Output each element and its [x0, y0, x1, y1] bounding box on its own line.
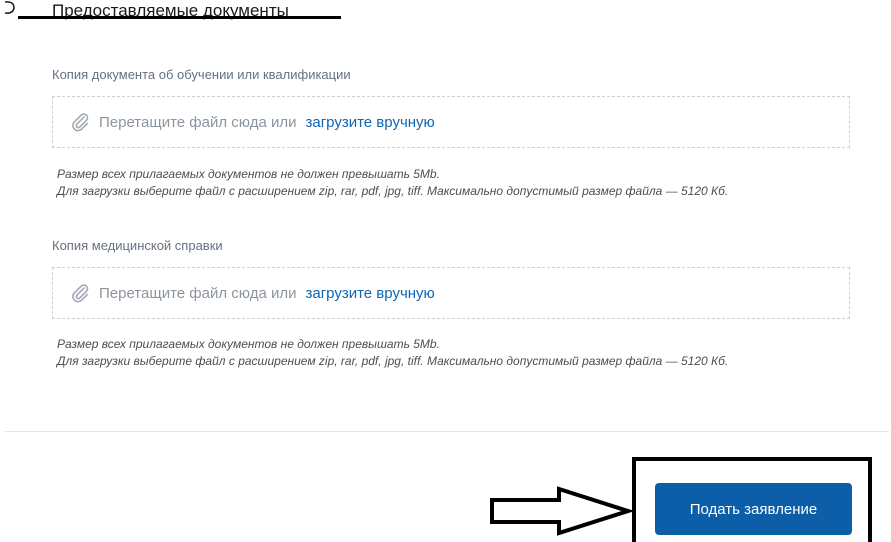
file-dropzone[interactable]: Перетащите файл сюда или загрузите вручн…: [52, 96, 850, 148]
file-dropzone[interactable]: Перетащите файл сюда или загрузите вручн…: [52, 267, 850, 319]
dropzone-text: Перетащите файл сюда или: [99, 284, 297, 302]
hint-line: Размер всех прилагаемых документов не до…: [57, 167, 440, 181]
file-size-hint: Размер всех прилагаемых документов не до…: [57, 166, 728, 200]
submit-application-button[interactable]: Подать заявление: [655, 483, 852, 535]
document-label: Копия документа об обучении или квалифик…: [52, 67, 351, 82]
arrow-right-icon: [490, 486, 632, 536]
annotation-underline: [18, 16, 341, 19]
hint-line: Для загрузки выберите файл с расширением…: [57, 184, 729, 198]
document-label: Копия медицинской справки: [52, 238, 223, 253]
dropzone-text: Перетащите файл сюда или: [99, 113, 297, 131]
hint-line: Для загрузки выберите файл с расширением…: [57, 354, 729, 368]
upload-manually-link[interactable]: загрузите вручную: [305, 114, 434, 131]
hint-line: Размер всех прилагаемых документов не до…: [57, 337, 440, 351]
paperclip-icon: [72, 284, 89, 303]
file-size-hint: Размер всех прилагаемых документов не до…: [57, 336, 728, 370]
section-step-icon: [4, 1, 15, 14]
paperclip-icon: [72, 113, 89, 132]
upload-manually-link[interactable]: загрузите вручную: [305, 285, 434, 302]
section-header: Предоставляемые документы: [0, 0, 360, 26]
divider: [5, 431, 889, 432]
